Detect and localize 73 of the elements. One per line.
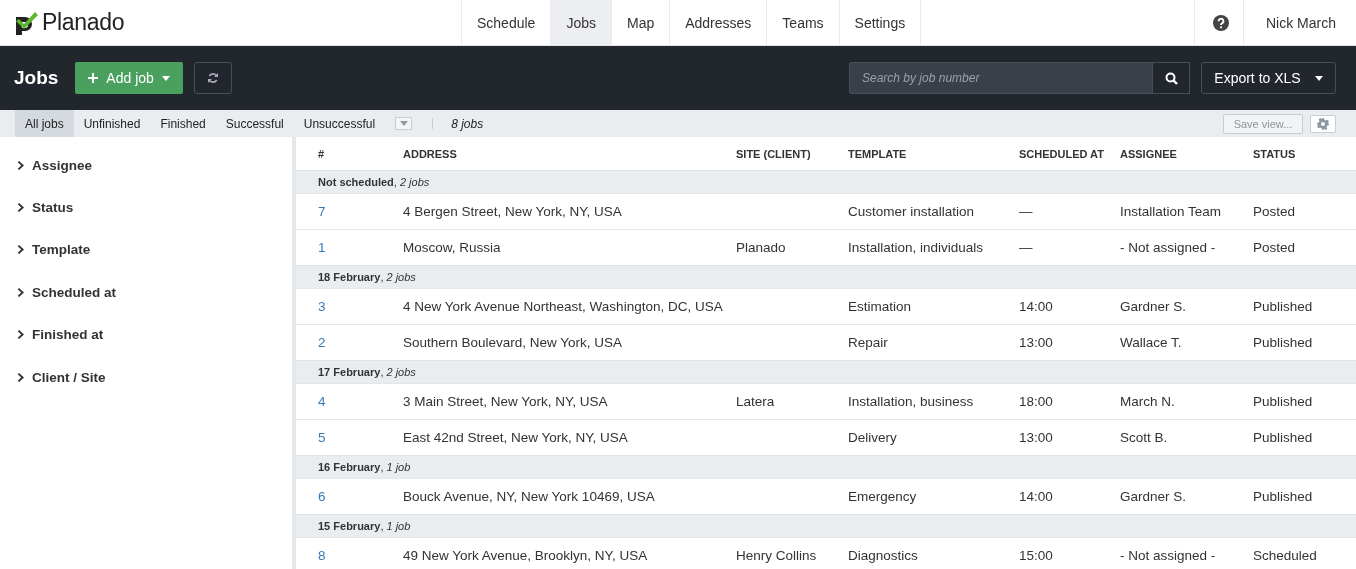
column-header: # (296, 137, 403, 171)
filter-tab[interactable]: Unfinished (73, 110, 151, 137)
table-cell: Posted (1253, 193, 1356, 230)
table-cell: Henry Collins (736, 537, 848, 569)
settings-button[interactable] (1310, 114, 1336, 133)
column-header: ASSIGNEE (1120, 137, 1253, 171)
table-cell: Estimation (848, 288, 1019, 325)
nav-tab[interactable]: Map (610, 0, 670, 45)
group-header: Not scheduled, 2 jobs (296, 170, 1356, 194)
group-header: 17 February, 2 jobs (296, 360, 1356, 384)
table-cell: Diagnostics (848, 537, 1019, 569)
table-cell: Customer installation (848, 193, 1019, 230)
filter-section[interactable]: Status (0, 193, 292, 236)
filter-tab[interactable]: Successful (215, 110, 294, 137)
table-cell: 4 New York Avenue Northeast, Washington, DC, USA (403, 288, 736, 325)
table-cell: Published (1253, 288, 1356, 325)
help-icon (1213, 14, 1229, 31)
job-link[interactable]: 4 (296, 383, 403, 420)
job-count: 8 jobs (451, 116, 484, 131)
table-cell: Gardner S. (1120, 288, 1253, 325)
nav-tab[interactable]: Settings (838, 0, 922, 45)
filter-section[interactable]: Finished at (0, 320, 292, 363)
column-header: SITE (CLIENT) (736, 137, 848, 171)
filter-tab[interactable]: Unsuccessful (293, 110, 386, 137)
column-header: SCHEDULED AT (1019, 137, 1120, 171)
nav-tab[interactable]: Teams (766, 0, 839, 45)
table-cell: Scheduled (1253, 537, 1356, 569)
filter-section[interactable]: Scheduled at (0, 278, 292, 321)
job-link[interactable]: 8 (296, 537, 403, 569)
page-title: Jobs (14, 67, 59, 89)
settings-icon (1317, 117, 1329, 130)
table-cell: 14:00 (1019, 288, 1120, 325)
caret-icon (161, 75, 170, 81)
nav-tab[interactable]: Addresses (669, 0, 767, 45)
job-link[interactable]: 7 (296, 193, 403, 230)
search-field[interactable]: Search by job number (850, 64, 1152, 92)
group-header: 16 February, 1 job (296, 455, 1356, 479)
column-header: TEMPLATE (848, 137, 1019, 171)
table-cell: — (1019, 193, 1120, 230)
group-header: 18 February, 2 jobs (296, 265, 1356, 289)
filter-section[interactable]: Client / Site (0, 362, 292, 406)
table-cell: Installation Team (1120, 193, 1253, 230)
nav-tab[interactable]: Jobs (550, 0, 611, 45)
refresh-button[interactable] (193, 62, 232, 94)
search-icon (1164, 71, 1178, 85)
logo-text: Planado (42, 9, 125, 36)
export-button[interactable]: Export to XLS (1201, 62, 1336, 94)
filter-section[interactable]: Assignee (0, 151, 292, 194)
table-cell: Published (1253, 383, 1356, 420)
column-header: ADDRESS (403, 137, 736, 171)
filter-tab[interactable]: All jobs (15, 110, 74, 137)
table-cell: 18:00 (1019, 383, 1120, 420)
table-cell: 4 Bergen Street, New York, NY, USA (403, 193, 736, 230)
table-cell: 49 New York Avenue, Brooklyn, NY, USA (403, 537, 736, 569)
table-cell: March N. (1120, 383, 1253, 420)
search-button[interactable] (1153, 62, 1190, 94)
refresh-icon (206, 72, 219, 84)
table-cell: Latera (736, 383, 848, 420)
user-menu[interactable]: Nick March (1243, 0, 1356, 45)
group-header: 15 February, 1 job (296, 514, 1356, 538)
column-header: STATUS (1253, 137, 1356, 171)
table-cell: 3 Main Street, New York, NY, USA (403, 383, 736, 420)
more-filters-button[interactable] (395, 117, 413, 130)
filter-tab[interactable]: Finished (150, 110, 216, 137)
job-link[interactable]: 3 (296, 288, 403, 325)
table-cell: - Not assigned - (1120, 537, 1253, 569)
filter-section[interactable]: Template (0, 235, 292, 279)
logo-icon (13, 9, 39, 36)
plus-icon (88, 73, 99, 83)
caret-icon (399, 121, 408, 126)
table-cell: Installation, business (848, 383, 1019, 420)
table-cell: 15:00 (1019, 537, 1120, 569)
caret-icon (1314, 75, 1323, 81)
